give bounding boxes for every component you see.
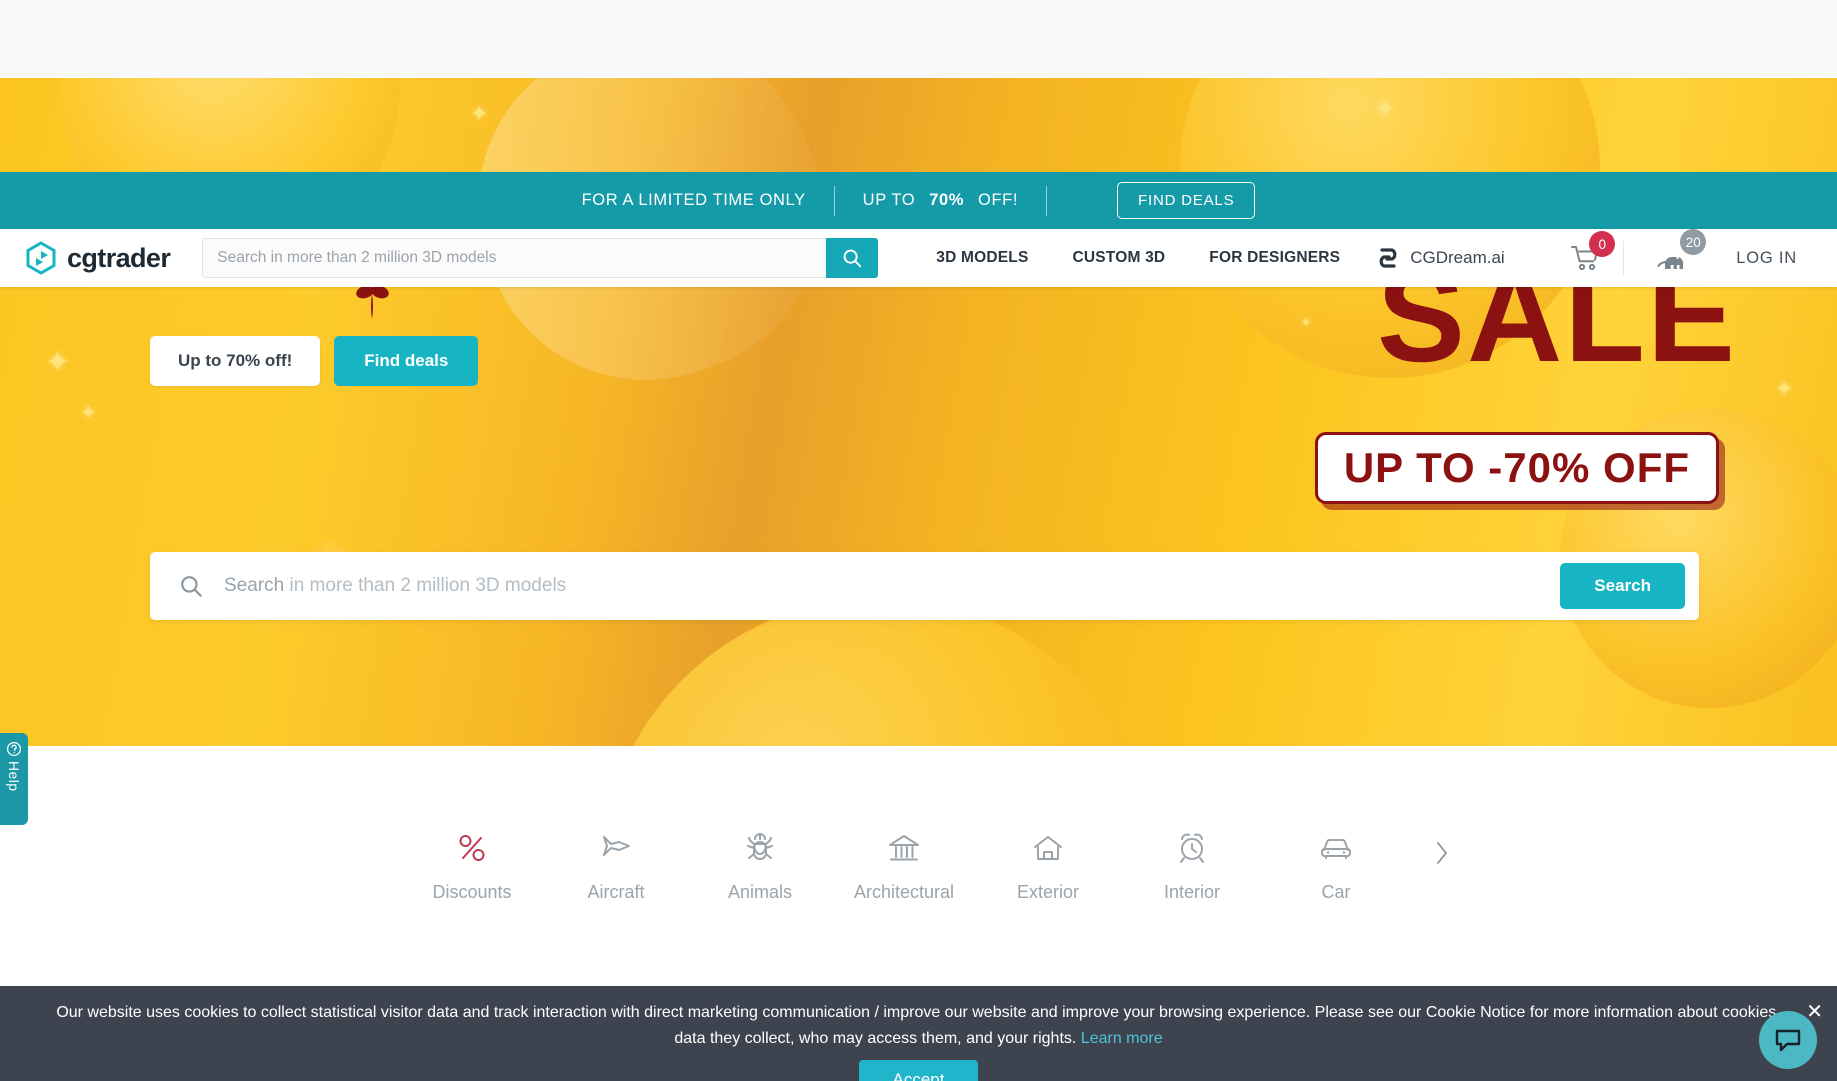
page-root: ✦ ✦ ✦ ✦ ✦ ✦ ✦ ✻ FOR A LIMITED TIME ONLY …	[0, 0, 1837, 1081]
hero-search-bar: Search in more than 2 million 3D models …	[150, 552, 1699, 620]
chat-bubble-icon	[1775, 1029, 1801, 1052]
category-label: Architectural	[853, 881, 955, 902]
sale-discount-badge-text: UP TO -70% OFF	[1343, 444, 1690, 491]
find-deals-banner-button[interactable]: FIND DEALS	[1117, 182, 1256, 219]
nav-item-custom-3d[interactable]: CUSTOM 3D	[1050, 249, 1187, 267]
cookie-banner: Our website uses cookies to collect stat…	[0, 986, 1837, 1081]
category-interior[interactable]: Interior	[1120, 830, 1264, 903]
hero-discount-chip[interactable]: Up to 70% off!	[150, 336, 321, 386]
cookie-learn-more-link[interactable]: Learn more	[1081, 1030, 1163, 1047]
sale-discount-badge: UP TO -70% OFF	[1314, 432, 1719, 504]
car-icon	[1318, 830, 1354, 866]
header-search	[202, 238, 879, 278]
search-icon	[181, 576, 202, 597]
header-search-input[interactable]	[202, 238, 827, 278]
sparkle-icon: ✦	[45, 346, 71, 379]
hero-cta-row: Up to 70% off! Find deals	[150, 336, 479, 386]
nav-item-for-designers[interactable]: FOR DESIGNERS	[1187, 249, 1362, 267]
cookie-accept-button[interactable]: Accept	[858, 1059, 979, 1081]
category-label: Animals	[727, 881, 793, 902]
rewards-button[interactable]: 20	[1624, 229, 1710, 272]
decor-blob	[600, 598, 1160, 746]
chat-widget-button[interactable]	[1759, 1011, 1817, 1069]
category-label: Car	[1321, 881, 1351, 902]
airplane-icon	[598, 830, 634, 866]
browser-top-strip	[0, 0, 1837, 78]
main-nav: 3D MODELS CUSTOM 3D FOR DESIGNERS CGDrea…	[914, 246, 1518, 270]
promo-divider	[833, 185, 835, 216]
site-header: cgtrader 3D MODELS CUSTOM 3D FOR DESIGNE…	[0, 229, 1837, 287]
category-animals[interactable]: Animals	[688, 830, 832, 903]
hero-search-placeholder-light: in more than 2 million 3D models	[284, 575, 567, 596]
cgtrader-logo-icon	[26, 241, 56, 275]
category-label: Discounts	[432, 881, 512, 902]
alarm-clock-icon	[1176, 830, 1208, 866]
promo-up-to-label: UP TO	[862, 191, 916, 209]
nav-item-3d-models[interactable]: 3D MODELS	[914, 249, 1050, 267]
category-car[interactable]: Car	[1264, 830, 1408, 903]
category-strip: Discounts Aircraft Animals Architectural…	[0, 746, 1837, 986]
category-aircraft[interactable]: Aircraft	[544, 830, 688, 903]
category-discounts[interactable]: Discounts	[400, 830, 544, 903]
categories-next-button[interactable]	[1434, 840, 1450, 892]
login-button[interactable]: LOG IN	[1710, 249, 1819, 268]
hero-find-deals-button[interactable]: Find deals	[334, 336, 479, 386]
decor-flower	[356, 285, 389, 319]
hero-search-placeholder-strong: Search	[224, 575, 285, 596]
sparkle-icon: ✦	[1375, 96, 1396, 123]
category-exterior[interactable]: Exterior	[976, 830, 1120, 903]
hero-search-input[interactable]: Search in more than 2 million 3D models	[224, 575, 1560, 597]
bug-icon	[745, 830, 775, 866]
percent-icon	[457, 830, 487, 866]
help-question-icon	[6, 741, 22, 757]
help-tab[interactable]: Help	[0, 733, 28, 825]
promo-banner: FOR A LIMITED TIME ONLY UP TO 70% OFF! F…	[0, 172, 1837, 229]
house-icon	[1031, 830, 1065, 866]
category-architectural[interactable]: Architectural	[832, 830, 976, 903]
cgdream-icon	[1379, 248, 1397, 268]
bank-icon	[887, 830, 921, 866]
sparkle-icon: ✦	[1775, 376, 1794, 401]
promo-limited-time-text: FOR A LIMITED TIME ONLY	[581, 191, 806, 209]
rewards-count-badge: 20	[1680, 229, 1707, 255]
category-label: Interior	[1163, 881, 1221, 902]
cookie-text-line-2-wrap: data they collect, who may access them, …	[674, 1026, 1162, 1052]
header-search-button[interactable]	[826, 238, 879, 278]
promo-percent-value: 70%	[929, 191, 965, 209]
promo-divider	[1046, 185, 1048, 216]
cookie-text-line-1: Our website uses cookies to collect stat…	[56, 1004, 1781, 1021]
nav-item-cgdream[interactable]: CGDream.ai	[1362, 246, 1518, 270]
search-icon	[843, 249, 862, 268]
cart-button[interactable]: 0	[1549, 231, 1623, 272]
hero-search-button[interactable]: Search	[1560, 563, 1685, 609]
cookie-text-line-2: data they collect, who may access them, …	[674, 1029, 1077, 1047]
promo-off-label: OFF!	[978, 191, 1019, 209]
category-label: Exterior	[1016, 881, 1079, 902]
hero-search-icon-wrap	[178, 573, 204, 599]
header-actions: 0 20 LOG IN	[1549, 229, 1819, 275]
sparkle-icon: ✦	[80, 402, 97, 424]
sparkle-icon: ✦	[470, 101, 489, 126]
category-label: Aircraft	[587, 881, 645, 902]
help-tab-label: Help	[6, 761, 22, 792]
sparkle-icon: ✦	[1300, 314, 1312, 330]
cart-count-badge: 0	[1589, 231, 1616, 257]
cgtrader-logo[interactable]: cgtrader	[24, 241, 171, 275]
cgtrader-logo-text: cgtrader	[67, 242, 171, 273]
nav-cgdream-label: CGDream.ai	[1410, 248, 1505, 267]
chevron-right-icon	[1437, 842, 1447, 864]
